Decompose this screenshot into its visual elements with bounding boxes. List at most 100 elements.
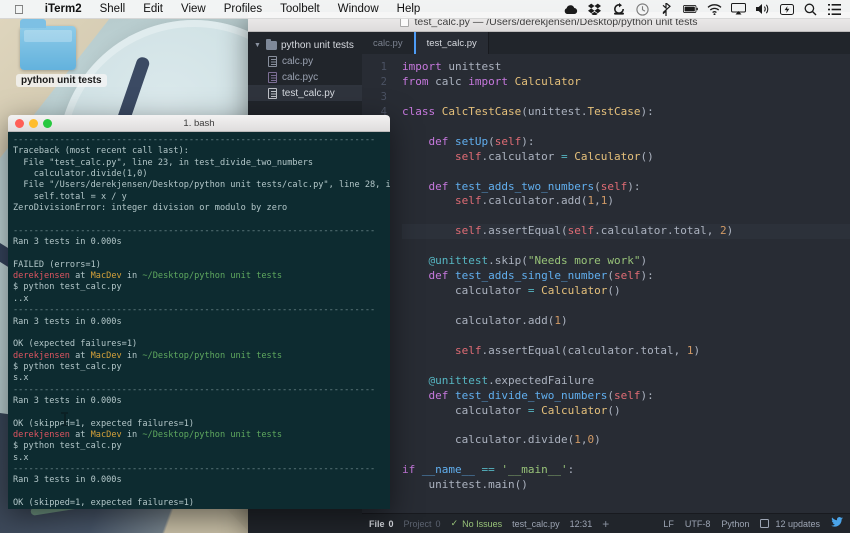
menu-item-shell[interactable]: Shell xyxy=(91,0,135,19)
menu-item-window[interactable]: Window xyxy=(329,0,388,19)
twitter-icon[interactable] xyxy=(831,517,843,530)
status-grammar[interactable]: Python xyxy=(721,519,749,529)
terminal-prompt-line: derekjensen at MacDev in ~/Desktop/pytho… xyxy=(13,350,283,361)
code-line[interactable]: import unittest xyxy=(402,60,850,75)
airplay-icon[interactable] xyxy=(731,2,746,17)
status-file-label: File xyxy=(369,518,385,529)
backup-icon[interactable] xyxy=(611,2,626,17)
check-icon: ✓ xyxy=(450,518,459,528)
menu-list-icon[interactable] xyxy=(827,2,842,17)
terminal-separator-line: ----------------------------------------… xyxy=(13,463,376,474)
code-line[interactable]: def test_adds_single_number(self): xyxy=(402,269,850,284)
terminal-separator-line: ----------------------------------------… xyxy=(13,135,376,145)
code-line[interactable]: @unittest.skip("Needs more work") xyxy=(402,254,850,269)
menu-item-iterm2[interactable]: iTerm2 xyxy=(36,0,91,19)
line-number: 2 xyxy=(380,75,387,88)
plus-icon[interactable]: + xyxy=(602,517,609,531)
terminal-output-line: File "/Users/derekjensen/Desktop/python … xyxy=(23,180,390,191)
desktop-folder-python-unit-tests[interactable]: python unit tests xyxy=(16,19,107,88)
status-file-count[interactable]: File 0 xyxy=(369,519,394,529)
code-line[interactable]: def test_adds_two_numbers(self): xyxy=(402,180,850,195)
code-line[interactable] xyxy=(402,209,850,224)
status-encoding[interactable]: UTF-8 xyxy=(685,519,711,529)
code-line[interactable]: self.assertEqual(calculator.total, 1) xyxy=(402,344,850,359)
terminal-output-line: ZeroDivisionError: integer division or m… xyxy=(13,203,288,214)
code-line[interactable] xyxy=(402,239,850,254)
code-line[interactable] xyxy=(402,359,850,374)
terminal-output[interactable]: ----------------------------------------… xyxy=(8,132,390,509)
code-line[interactable] xyxy=(402,448,850,463)
code-line[interactable] xyxy=(402,90,850,105)
code-line[interactable]: def setUp(self): xyxy=(402,135,850,150)
terminal-window-title: 1. bash xyxy=(183,117,215,129)
menu-item-profiles[interactable]: Profiles xyxy=(215,0,271,19)
status-project-count[interactable]: Project 0 xyxy=(404,519,441,529)
wifi-icon[interactable] xyxy=(707,2,722,17)
dropbox-icon[interactable] xyxy=(587,2,602,17)
code-line[interactable]: self.calculator = Calculator() xyxy=(402,150,850,165)
menu-item-toolbelt[interactable]: Toolbelt xyxy=(271,0,329,19)
line-number: 3 xyxy=(380,90,387,103)
status-updates[interactable]: 12 updates xyxy=(760,519,820,529)
battery-icon[interactable] xyxy=(683,2,698,17)
code-line[interactable] xyxy=(402,165,850,180)
maximize-button[interactable] xyxy=(43,118,52,128)
code-line[interactable]: @unittest.expectedFailure xyxy=(402,374,850,389)
terminal-output-line: OK (expected failures=1) xyxy=(13,339,138,350)
code-line[interactable]: calculator.add(1) xyxy=(402,314,850,329)
file-icon xyxy=(268,87,277,99)
close-button[interactable] xyxy=(15,118,24,128)
code-editor-area[interactable]: 1234 import unittest from calc import Cal… xyxy=(362,54,850,513)
terminal-output-line: s.x xyxy=(13,373,29,384)
code-line[interactable] xyxy=(402,120,850,135)
status-project-label: Project xyxy=(403,518,432,529)
editor-status-bar: File 0 Project 0 ✓ No Issues test_calc.p… xyxy=(362,513,850,533)
code-line[interactable]: from calc import Calculator xyxy=(402,75,850,90)
status-filename[interactable]: test_calc.py xyxy=(512,519,560,529)
code-content[interactable]: import unittest from calc import Calculat… xyxy=(394,54,850,513)
editor-pane: calc.py test_calc.py 1234 import unittes… xyxy=(362,32,850,533)
code-line[interactable]: calculator.divide(1,0) xyxy=(402,433,850,448)
tree-file-test-calc-py[interactable]: test_calc.py xyxy=(248,85,362,101)
status-issues[interactable]: ✓ No Issues xyxy=(451,518,503,529)
menu-item-edit[interactable]: Edit xyxy=(134,0,172,19)
terminal-output-line: File "test_calc.py", line 23, in test_di… xyxy=(13,157,314,168)
status-line-ending[interactable]: LF xyxy=(663,519,674,529)
menu-item-help[interactable]: Help xyxy=(388,0,430,19)
volume-icon[interactable] xyxy=(755,2,770,17)
menu-item-view[interactable]: View xyxy=(172,0,215,19)
code-line[interactable]: self.assertEqual(self.calculator.total, … xyxy=(402,224,850,240)
file-icon xyxy=(268,55,277,67)
terminal-title-bar[interactable]: 1. bash xyxy=(8,115,390,132)
tab-calc-py[interactable]: calc.py xyxy=(362,32,414,54)
binary-file-icon xyxy=(268,71,277,83)
status-updates-label: 12 updates xyxy=(775,518,820,529)
cloud-icon[interactable] xyxy=(563,2,578,17)
code-line[interactable] xyxy=(402,419,850,434)
code-line[interactable]: def test_divide_two_numbers(self): xyxy=(402,389,850,404)
tree-root-folder[interactable]: ▼ python unit tests xyxy=(248,38,362,53)
power-icon[interactable] xyxy=(779,2,794,17)
code-line[interactable]: if __name__ == '__main__': xyxy=(402,463,850,478)
terminal-prompt-line: derekjensen at MacDev in ~/Desktop/pytho… xyxy=(13,271,283,282)
minimize-button[interactable] xyxy=(29,118,38,128)
code-line[interactable] xyxy=(402,299,850,314)
code-line[interactable]: class CalcTestCase(unittest.TestCase): xyxy=(402,105,850,120)
code-line[interactable]: self.calculator.add(1,1) xyxy=(402,194,850,209)
terminal-output-line: Ran 3 tests in 0.000s xyxy=(13,237,122,248)
search-icon[interactable] xyxy=(803,2,818,17)
tree-file-calc-py[interactable]: calc.py xyxy=(248,53,362,69)
clock-icon[interactable] xyxy=(635,2,650,17)
terminal-output-line: OK (skipped=1, expected failures=1) xyxy=(13,418,195,429)
code-line[interactable]: calculator = Calculator() xyxy=(402,404,850,419)
code-line[interactable]: unittest.main() xyxy=(402,478,850,493)
tree-file-calc-pyc[interactable]: calc.pyc xyxy=(248,69,362,85)
tab-test-calc-py[interactable]: test_calc.py xyxy=(413,32,489,54)
chevron-down-icon[interactable]: ▼ xyxy=(254,42,262,49)
bluetooth-icon[interactable] xyxy=(659,2,674,17)
code-line[interactable] xyxy=(402,329,850,344)
apple-logo-icon[interactable]:  xyxy=(14,3,24,16)
code-line[interactable]: calculator = Calculator() xyxy=(402,284,850,299)
editor-tab-bar: calc.py test_calc.py xyxy=(362,32,850,54)
